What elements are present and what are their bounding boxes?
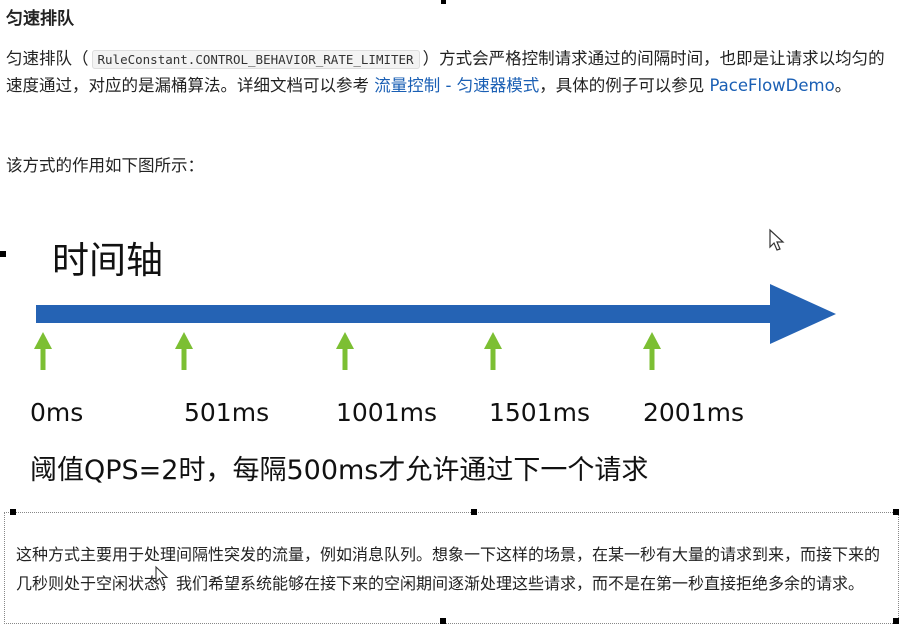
selection-handle[interactable] bbox=[893, 618, 899, 624]
tick-label-1501ms: 1501ms bbox=[489, 398, 591, 427]
intro-paragraph: 匀速排队（ RuleConstant.CONTROL_BEHAVIOR_RATE_… bbox=[6, 46, 886, 99]
tick-label-0ms: 0ms bbox=[30, 398, 84, 427]
diagram-caption: 该方式的作用如下图所示： bbox=[6, 156, 204, 175]
intro-text-start: 匀速排队（ bbox=[6, 49, 89, 68]
threshold-note: 阈值QPS=2时，每隔500ms才允许通过下一个请求 bbox=[30, 455, 649, 486]
selection-handle[interactable] bbox=[471, 509, 477, 515]
timeline-axis-arrow bbox=[36, 284, 836, 344]
selection-handle[interactable] bbox=[441, 0, 446, 4]
tick-label-501ms: 501ms bbox=[184, 398, 270, 427]
intro-text-end: 。 bbox=[834, 76, 852, 95]
tick-arrow-1001ms bbox=[336, 332, 354, 370]
selection-handle[interactable] bbox=[10, 509, 16, 515]
selection-handle[interactable] bbox=[440, 618, 446, 624]
tick-label-2001ms: 2001ms bbox=[643, 398, 745, 427]
tick-label-1001ms: 1001ms bbox=[336, 398, 438, 427]
selection-handle[interactable] bbox=[0, 251, 6, 257]
explanation-paragraph: 这种方式主要用于处理间隔性突发的流量，例如消息队列。想象一下这样的场景，在某一秒… bbox=[16, 545, 881, 593]
intro-text-after-link: ，具体的例子可以参见 bbox=[539, 76, 705, 95]
mouse-pointer-icon bbox=[769, 228, 785, 251]
timeline-diagram bbox=[34, 284, 836, 370]
selection-handle[interactable] bbox=[893, 509, 899, 515]
text-cursor-pointer-icon bbox=[155, 565, 169, 586]
pace-flow-demo-link[interactable]: PaceFlowDemo bbox=[709, 76, 834, 95]
flow-control-doc-link[interactable]: 流量控制 - 匀速器模式 bbox=[374, 76, 539, 95]
section-heading: 匀速排队 bbox=[6, 9, 74, 29]
rate-limiter-constant: RuleConstant.CONTROL_BEHAVIOR_RATE_LIMIT… bbox=[91, 50, 420, 69]
tick-arrow-1501ms bbox=[484, 332, 502, 370]
tick-arrow-501ms bbox=[175, 332, 193, 370]
tick-arrow-2001ms bbox=[643, 332, 661, 370]
tick-arrow-0ms bbox=[34, 332, 52, 370]
